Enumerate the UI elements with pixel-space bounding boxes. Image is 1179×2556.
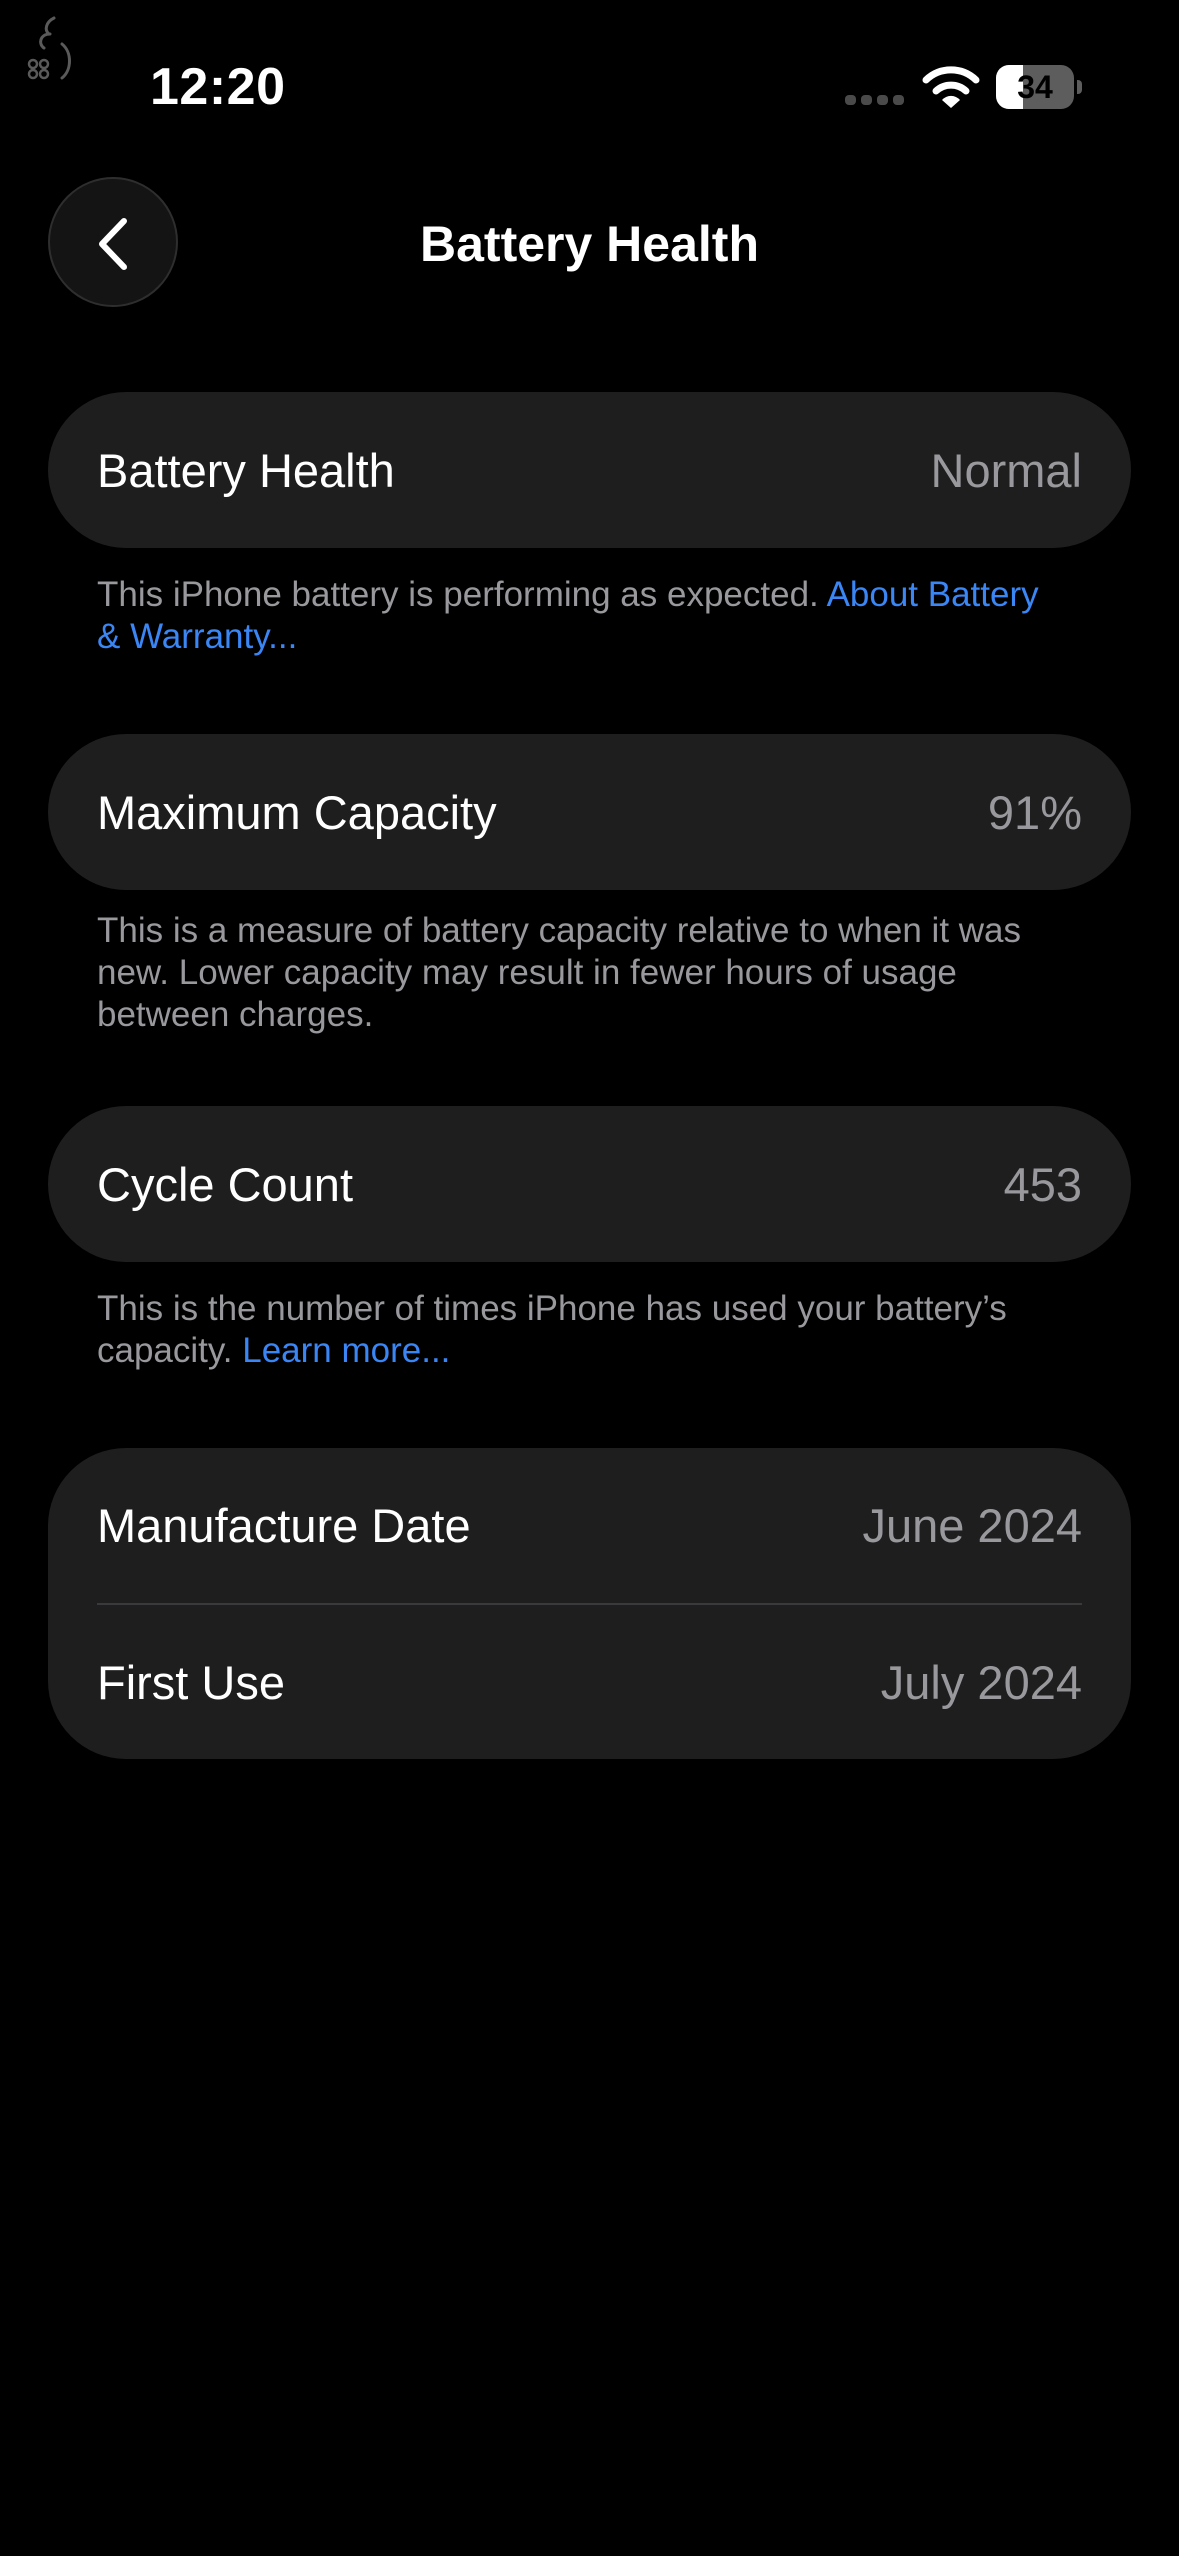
manufacture-date-value: June 2024	[862, 1499, 1082, 1552]
wifi-icon	[922, 66, 980, 108]
first-use-label: First Use	[97, 1656, 285, 1709]
battery-health-cell: Battery Health Normal	[48, 392, 1131, 548]
battery-health-value: Normal	[930, 443, 1082, 497]
maximum-capacity-cell: Maximum Capacity 91%	[48, 734, 1131, 890]
cycle-count-row: Cycle Count 453	[48, 1106, 1131, 1262]
learn-more-link[interactable]: Learn more...	[242, 1331, 450, 1370]
battery-health-footnote-text: This iPhone battery is performing as exp…	[97, 575, 827, 614]
battery-body: 34	[996, 65, 1074, 109]
cycle-count-value: 453	[1003, 1157, 1082, 1211]
maximum-capacity-footnote: This is a measure of battery capacity re…	[97, 910, 1057, 1036]
dates-card: Manufacture Date June 2024 First Use Jul…	[48, 1448, 1131, 1759]
battery-tip	[1077, 80, 1082, 94]
corner-glyph	[27, 16, 71, 80]
cycle-count-footnote: This is the number of times iPhone has u…	[97, 1288, 1057, 1372]
maximum-capacity-label: Maximum Capacity	[97, 785, 497, 839]
maximum-capacity-row: Maximum Capacity 91%	[48, 734, 1131, 890]
cycle-count-cell: Cycle Count 453	[48, 1106, 1131, 1262]
manufacture-date-row: Manufacture Date June 2024	[48, 1448, 1131, 1603]
battery-level-text: 34	[1017, 69, 1053, 105]
cycle-count-label: Cycle Count	[97, 1157, 353, 1211]
manufacture-date-label: Manufacture Date	[97, 1499, 471, 1552]
cellular-signal-icon	[845, 95, 904, 105]
cycle-count-footnote-text: This is the number of times iPhone has u…	[97, 1289, 1007, 1370]
chevron-left-icon	[99, 218, 127, 270]
status-time: 12:20	[150, 58, 286, 116]
page-title: Battery Health	[420, 216, 759, 272]
battery-health-row: Battery Health Normal	[48, 392, 1131, 548]
battery-icon: 34	[996, 65, 1082, 109]
battery-health-footnote: This iPhone battery is performing as exp…	[97, 574, 1057, 658]
maximum-capacity-value: 91%	[987, 785, 1082, 839]
battery-health-label: Battery Health	[97, 443, 395, 497]
first-use-value: July 2024	[880, 1656, 1082, 1709]
maximum-capacity-footnote-text: This is a measure of battery capacity re…	[97, 911, 1022, 1034]
status-bar: 12:20 34	[0, 0, 1179, 170]
back-button[interactable]	[48, 177, 178, 307]
first-use-row: First Use July 2024	[48, 1605, 1131, 1759]
